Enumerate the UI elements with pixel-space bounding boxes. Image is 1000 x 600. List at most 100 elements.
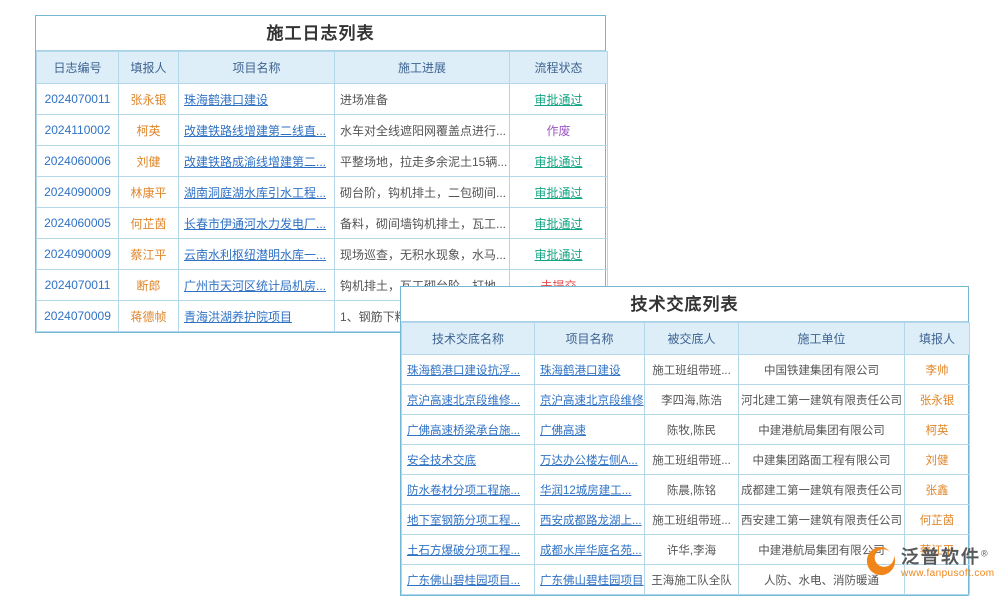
unit-text: 西安建工第一建筑有限责任公司 [739,505,905,535]
project-link[interactable]: 珠海鹤港口建设 [179,84,335,115]
reporter-link[interactable]: 刘健 [119,146,179,177]
project-link[interactable]: 广佛高速 [535,415,645,445]
reporter-link[interactable]: 何芷茵 [905,505,970,535]
reporter-link[interactable]: 刘健 [905,445,970,475]
log-col-progress: 施工进展 [335,52,510,84]
disclosure-name-link[interactable]: 广佛高速桥梁承台施... [402,415,535,445]
table-row: 2024060005 何芷茵 长春市伊通河水力发电厂... 备料，砌间墙钩机排土… [37,208,608,239]
disclosure-col-reporter: 填报人 [905,323,970,355]
progress-text: 进场准备 [335,84,510,115]
project-link[interactable]: 广州市天河区统计局机房... [179,270,335,301]
status-link[interactable]: 审批通过 [510,239,608,270]
log-col-status: 流程状态 [510,52,608,84]
progress-text: 水车对全线遮阳网覆盖点进行... [335,115,510,146]
status-link[interactable]: 审批通过 [510,146,608,177]
log-id-link[interactable]: 2024070011 [37,270,119,301]
log-id-link[interactable]: 2024110002 [37,115,119,146]
log-col-reporter: 填报人 [119,52,179,84]
disclosure-name-link[interactable]: 广东佛山碧桂园项目... [402,565,535,595]
reporter-link[interactable]: 柯英 [119,115,179,146]
log-id-link[interactable]: 2024090009 [37,177,119,208]
disclosure-name-link[interactable]: 土石方爆破分项工程... [402,535,535,565]
reporter-link[interactable]: 何芷茵 [119,208,179,239]
log-header-row: 日志编号 填报人 项目名称 施工进展 流程状态 [37,52,608,84]
disclosure-name-link[interactable]: 安全技术交底 [402,445,535,475]
receiver-text: 施工班组带班... [645,505,739,535]
reporter-link[interactable]: 断郎 [119,270,179,301]
progress-text: 现场巡查，无积水现象，水马... [335,239,510,270]
brand-url: www.fanpusoft.com [901,568,995,580]
log-id-link[interactable]: 2024070009 [37,301,119,332]
receiver-text: 王海施工队全队 [645,565,739,595]
reporter-link[interactable]: 林康平 [119,177,179,208]
project-link[interactable]: 京沪高速北京段维修 [535,385,645,415]
unit-text: 中建集团路面工程有限公司 [739,445,905,475]
reporter-link[interactable]: 李帅 [905,355,970,385]
project-link[interactable]: 万达办公楼左侧A... [535,445,645,475]
progress-text: 平整场地，拉走多余泥土15辆... [335,146,510,177]
project-link[interactable]: 华润12城房建工... [535,475,645,505]
receiver-text: 陈牧,陈民 [645,415,739,445]
log-id-link[interactable]: 2024060006 [37,146,119,177]
project-link[interactable]: 西安成都路龙湖上... [535,505,645,535]
disclosure-col-receiver: 被交底人 [645,323,739,355]
status-link[interactable]: 审批通过 [510,177,608,208]
receiver-text: 施工班组带班... [645,355,739,385]
status-link[interactable]: 作废 [510,115,608,146]
project-link[interactable]: 湖南洞庭湖水库引水工程... [179,177,335,208]
log-col-id: 日志编号 [37,52,119,84]
table-row: 广佛高速桥梁承台施... 广佛高速 陈牧,陈民 中建港航局集团有限公司 柯英 [402,415,970,445]
disclosure-col-project: 项目名称 [535,323,645,355]
receiver-text: 李四海,陈浩 [645,385,739,415]
table-row: 防水卷材分项工程施... 华润12城房建工... 陈晨,陈铭 成都建工第一建筑有… [402,475,970,505]
disclosure-col-name: 技术交底名称 [402,323,535,355]
project-link[interactable]: 珠海鹤港口建设 [535,355,645,385]
progress-text: 备料，砌间墙钩机排土，瓦工... [335,208,510,239]
project-link[interactable]: 广东佛山碧桂园项目 [535,565,645,595]
project-link[interactable]: 长春市伊通河水力发电厂... [179,208,335,239]
log-id-link[interactable]: 2024070011 [37,84,119,115]
reporter-link[interactable]: 柯英 [905,415,970,445]
log-id-link[interactable]: 2024090009 [37,239,119,270]
unit-text: 河北建工第一建筑有限责任公司 [739,385,905,415]
table-row: 地下室钢筋分项工程... 西安成都路龙湖上... 施工班组带班... 西安建工第… [402,505,970,535]
status-link[interactable]: 审批通过 [510,84,608,115]
disclosure-name-link[interactable]: 珠海鹤港口建设抗浮... [402,355,535,385]
receiver-text: 施工班组带班... [645,445,739,475]
project-link[interactable]: 改建铁路成渝线增建第二... [179,146,335,177]
table-row: 珠海鹤港口建设抗浮... 珠海鹤港口建设 施工班组带班... 中国铁建集团有限公… [402,355,970,385]
fanpu-watermark: 泛普软件® www.fanpusoft.com [866,546,995,581]
table-row: 2024090009 蔡江平 云南水利枢纽潜明水库一... 现场巡查，无积水现象… [37,239,608,270]
project-link[interactable]: 云南水利枢纽潜明水库一... [179,239,335,270]
reporter-link[interactable]: 张鑫 [905,475,970,505]
receiver-text: 陈晨,陈铭 [645,475,739,505]
disclosure-col-unit: 施工单位 [739,323,905,355]
progress-text: 砌台阶，钩机排土，二包砌间... [335,177,510,208]
disclosure-name-link[interactable]: 京沪高速北京段维修... [402,385,535,415]
project-link[interactable]: 改建铁路线增建第二线直... [179,115,335,146]
reporter-link[interactable]: 蒋德帧 [119,301,179,332]
project-link[interactable]: 成都水岸华庭名苑... [535,535,645,565]
table-row: 京沪高速北京段维修... 京沪高速北京段维修 李四海,陈浩 河北建工第一建筑有限… [402,385,970,415]
disclosure-name-link[interactable]: 地下室钢筋分项工程... [402,505,535,535]
table-row: 2024090009 林康平 湖南洞庭湖水库引水工程... 砌台阶，钩机排土，二… [37,177,608,208]
log-id-link[interactable]: 2024060005 [37,208,119,239]
reporter-link[interactable]: 张永银 [119,84,179,115]
reporter-link[interactable]: 张永银 [905,385,970,415]
disclosure-name-link[interactable]: 防水卷材分项工程施... [402,475,535,505]
receiver-text: 许华,李海 [645,535,739,565]
status-link[interactable]: 审批通过 [510,208,608,239]
brand-name: 泛普软件® [901,547,995,568]
reporter-link[interactable]: 蔡江平 [119,239,179,270]
log-col-project: 项目名称 [179,52,335,84]
table-row: 2024070011 张永银 珠海鹤港口建设 进场准备 审批通过 [37,84,608,115]
unit-text: 中国铁建集团有限公司 [739,355,905,385]
disclosure-panel-title: 技术交底列表 [401,287,968,322]
table-row: 2024110002 柯英 改建铁路线增建第二线直... 水车对全线遮阳网覆盖点… [37,115,608,146]
project-link[interactable]: 青海洪湖养护院项目 [179,301,335,332]
table-row: 安全技术交底 万达办公楼左侧A... 施工班组带班... 中建集团路面工程有限公… [402,445,970,475]
fanpu-logo-icon [866,546,896,581]
disclosure-header-row: 技术交底名称 项目名称 被交底人 施工单位 填报人 [402,323,970,355]
unit-text: 成都建工第一建筑有限责任公司 [739,475,905,505]
log-panel-title: 施工日志列表 [36,16,605,51]
